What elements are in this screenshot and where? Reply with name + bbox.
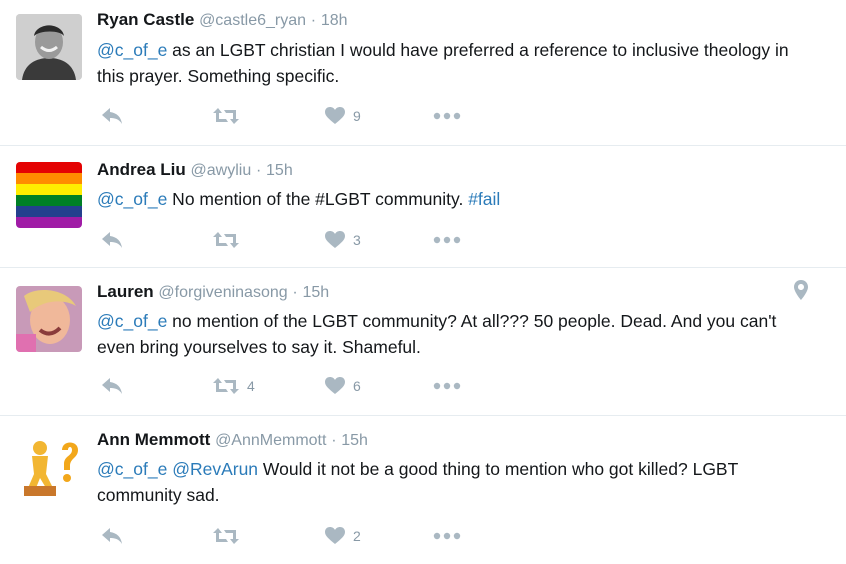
tweet-header: Andrea Liu @awyliu · 15h <box>97 160 293 180</box>
tweet-header: Lauren @forgiveninasong · 15h <box>97 282 329 302</box>
mention-link[interactable]: @c_of_e <box>97 40 167 60</box>
more-dots-icon <box>433 532 461 540</box>
author-handle[interactable]: @AnnMemmott <box>215 432 326 449</box>
more-button[interactable] <box>433 374 463 398</box>
retweet-icon <box>213 232 239 248</box>
separator-dot: · <box>292 284 298 301</box>
more-dots-icon <box>433 112 461 120</box>
timestamp[interactable]: 15h <box>266 162 293 179</box>
reply-icon <box>102 108 122 124</box>
heart-icon <box>325 377 345 394</box>
heart-icon <box>325 231 345 248</box>
location-pin-icon[interactable] <box>794 280 808 305</box>
reply-button[interactable] <box>101 524 123 548</box>
more-button[interactable] <box>433 104 463 128</box>
like-button[interactable]: 2 <box>325 524 361 548</box>
avatar[interactable] <box>16 434 82 500</box>
tweet-feed: Ryan Castle @castle6_ryan · 18h @c_of_e … <box>0 0 846 564</box>
avatar[interactable] <box>16 162 82 228</box>
retweet-count: 4 <box>247 378 255 394</box>
tweet-text: @c_of_e @RevArun Would it not be a good … <box>97 456 817 508</box>
tweet-text: @c_of_e no mention of the LGBT community… <box>97 308 817 360</box>
like-count: 6 <box>353 378 361 394</box>
mention-link[interactable]: @c_of_e <box>97 311 167 331</box>
avatar[interactable] <box>16 286 82 352</box>
tweet[interactable]: Ryan Castle @castle6_ryan · 18h @c_of_e … <box>0 0 846 146</box>
mention-link[interactable]: @RevArun <box>172 459 258 479</box>
timestamp[interactable]: 18h <box>321 12 348 29</box>
reply-button[interactable] <box>101 104 123 128</box>
tweet-text: @c_of_e No mention of the #LGBT communit… <box>97 186 817 212</box>
more-button[interactable] <box>433 524 463 548</box>
author-handle[interactable]: @awyliu <box>191 162 252 179</box>
retweet-button[interactable] <box>213 104 247 128</box>
author-handle[interactable]: @castle6_ryan <box>199 12 306 29</box>
mention-link[interactable]: @c_of_e <box>97 189 167 209</box>
tweet-actions: 3 <box>97 228 497 252</box>
like-button[interactable]: 3 <box>325 228 361 252</box>
tweet-text: @c_of_e as an LGBT christian I would hav… <box>97 37 817 89</box>
separator-dot: · <box>331 432 337 449</box>
avatar[interactable] <box>16 14 82 80</box>
retweet-icon <box>213 528 239 544</box>
retweet-icon <box>213 108 239 124</box>
like-count: 3 <box>353 232 361 248</box>
separator-dot: · <box>255 162 262 179</box>
author-name[interactable]: Ryan Castle <box>97 10 194 29</box>
like-count: 9 <box>353 108 361 124</box>
tweet[interactable]: Andrea Liu @awyliu · 15h @c_of_e No ment… <box>0 146 846 268</box>
tweet-body: as an LGBT christian I would have prefer… <box>97 40 789 86</box>
reply-icon <box>102 378 122 394</box>
reply-button[interactable] <box>101 374 123 398</box>
like-button[interactable]: 6 <box>325 374 361 398</box>
tweet-actions: 9 <box>97 104 497 128</box>
retweet-icon <box>213 378 239 394</box>
retweet-button[interactable]: 4 <box>213 374 255 398</box>
more-dots-icon <box>433 382 461 390</box>
timestamp[interactable]: 15h <box>341 432 368 449</box>
like-button[interactable]: 9 <box>325 104 361 128</box>
hashtag-link[interactable]: #fail <box>468 189 500 209</box>
timestamp[interactable]: 15h <box>302 284 329 301</box>
more-dots-icon <box>433 236 461 244</box>
author-name[interactable]: Ann Memmott <box>97 430 210 449</box>
tweet-body: No mention of the #LGBT community. <box>167 189 469 209</box>
tweet-header: Ann Memmott @AnnMemmott · 15h <box>97 430 368 450</box>
more-button[interactable] <box>433 228 463 252</box>
tweet-header: Ryan Castle @castle6_ryan · 18h <box>97 10 348 30</box>
reply-icon <box>102 528 122 544</box>
mention-link[interactable]: @c_of_e <box>97 459 167 479</box>
heart-icon <box>325 527 345 544</box>
author-name[interactable]: Andrea Liu <box>97 160 186 179</box>
heart-icon <box>325 107 345 124</box>
author-name[interactable]: Lauren <box>97 282 154 301</box>
tweet-actions: 4 6 <box>97 374 497 398</box>
reply-icon <box>102 232 122 248</box>
tweet-body: no mention of the LGBT community? At all… <box>97 311 777 357</box>
retweet-button[interactable] <box>213 228 247 252</box>
reply-button[interactable] <box>101 228 123 252</box>
tweet-actions: 2 <box>97 524 497 548</box>
retweet-button[interactable] <box>213 524 247 548</box>
tweet[interactable]: Lauren @forgiveninasong · 15h @c_of_e no… <box>0 268 846 416</box>
separator-dot: · <box>310 12 317 29</box>
like-count: 2 <box>353 528 361 544</box>
tweet[interactable]: Ann Memmott @AnnMemmott · 15h @c_of_e @R… <box>0 416 846 564</box>
author-handle[interactable]: @forgiveninasong <box>158 284 287 301</box>
